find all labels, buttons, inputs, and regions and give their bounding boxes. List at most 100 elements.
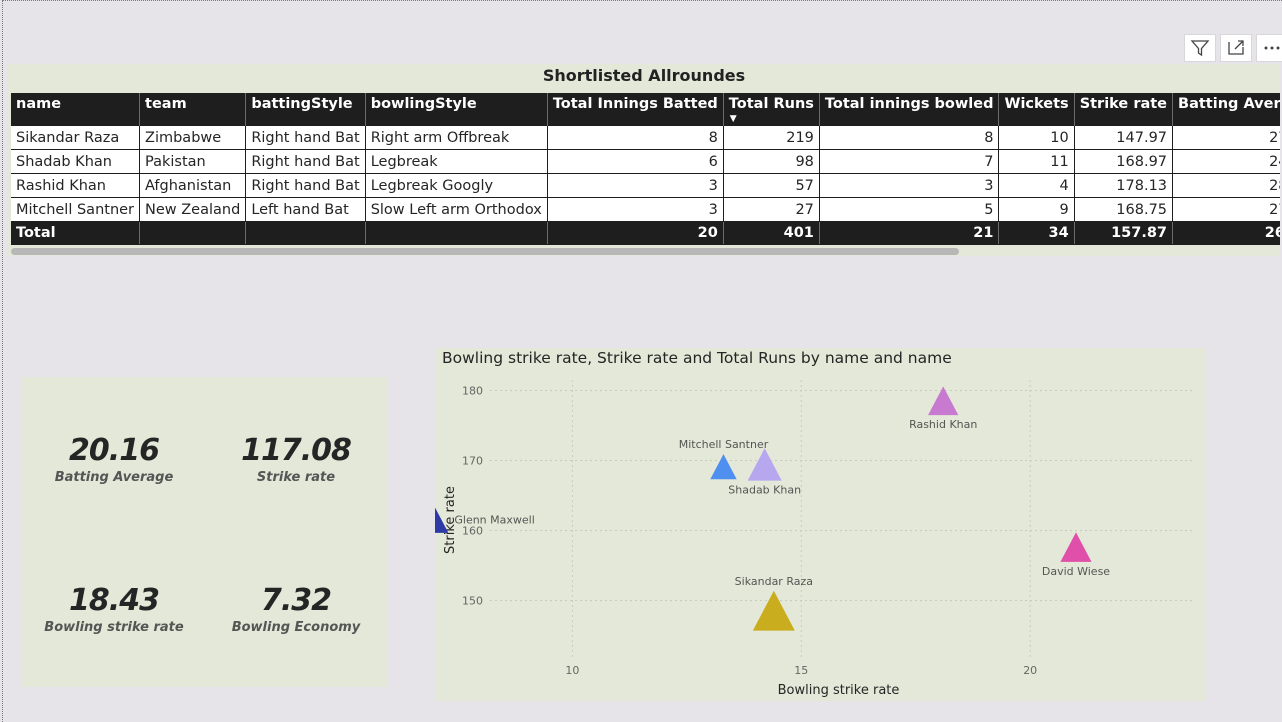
- total-cell: [365, 221, 548, 245]
- scatter-plot: 15016017018010 15 20Bowling strike rateStr…: [435, 380, 1195, 698]
- cell-name: Sikandar Raza: [11, 126, 141, 150]
- allrounders-table-visual[interactable]: Shortlisted Allroundes name team batting…: [8, 64, 1280, 256]
- total-cell: [245, 221, 366, 245]
- col-header-batting-average[interactable]: Batting Average: [1172, 93, 1280, 126]
- cell-total-innings-batted: 6: [547, 149, 724, 174]
- canvas-edge: [2, 0, 3, 722]
- cell-strike-rate: 168.97: [1074, 149, 1174, 174]
- col-header-strike-rate[interactable]: Strike rate: [1074, 93, 1174, 126]
- table-row[interactable]: Sikandar Raza Zimbabwe Right hand Bat Ri…: [11, 126, 1280, 150]
- x-tick-label: 20: [1023, 664, 1037, 677]
- cell-strike-rate: 147.97: [1074, 126, 1174, 150]
- kpi-value: 7.32: [260, 583, 332, 618]
- kpi-label: Bowling strike rate: [44, 620, 184, 635]
- cell-name: Mitchell Santner: [11, 197, 141, 222]
- kpi-value: 117.08: [241, 433, 352, 468]
- data-label: Glenn Maxwell: [454, 513, 534, 526]
- table-row[interactable]: Rashid Khan Afghanistan Right hand Bat L…: [11, 173, 1280, 198]
- horizontal-scrollbar[interactable]: [11, 248, 959, 255]
- kpi-bowling-economy: 7.32 Bowling Economy: [211, 583, 381, 635]
- cell-bowling-style: Slow Left arm Orthodox: [365, 197, 548, 222]
- col-header-bowling-style[interactable]: bowlingStyle: [365, 93, 548, 126]
- col-header-total-runs-label: Total Runs: [728, 96, 814, 112]
- data-label: David Wiese: [1042, 565, 1110, 578]
- cell-total-innings-batted: 3: [547, 173, 724, 198]
- cell-team: Zimbabwe: [139, 126, 247, 150]
- focus-mode-icon[interactable]: [1220, 34, 1252, 62]
- cell-total-innings-batted: 3: [547, 197, 724, 222]
- cell-bowling-style: Right arm Offbreak: [365, 126, 548, 150]
- cell-bowling-style: Legbreak Googly: [365, 173, 548, 198]
- scatter-chart-visual[interactable]: Bowling strike rate, Strike rate and Tot…: [435, 348, 1205, 701]
- x-tick-label: 10: [565, 664, 579, 677]
- cell-batting-style: Right hand Bat: [245, 126, 366, 150]
- table-title: Shortlisted Allroundes: [542, 66, 746, 85]
- cell-batting-average: 27.38: [1172, 126, 1280, 150]
- col-header-total-runs[interactable]: Total Runs ▼: [723, 93, 820, 126]
- col-header-team[interactable]: team: [139, 93, 247, 126]
- filter-icon[interactable]: [1184, 34, 1216, 62]
- kpi-label: Bowling Economy: [231, 620, 361, 635]
- cell-total-runs: 98: [723, 149, 820, 174]
- x-tick-label: 15: [794, 664, 808, 677]
- total-wickets: 34: [998, 221, 1075, 245]
- data-point-triangle: [752, 590, 795, 631]
- y-tick-label: 180: [462, 385, 483, 398]
- y-tick-label: 170: [462, 455, 483, 468]
- col-header-wickets[interactable]: Wickets: [998, 93, 1075, 126]
- kpi-value: 18.43: [69, 583, 160, 618]
- sort-descending-icon: ▼: [729, 114, 737, 124]
- cell-team: New Zealand: [139, 197, 247, 222]
- kpi-batting-average: 20.16 Batting Average: [29, 433, 199, 485]
- kpi-bowling-strike-rate: 18.43 Bowling strike rate: [29, 583, 199, 635]
- kpi-label: Batting Average: [54, 470, 174, 485]
- cell-batting-average: 24.50: [1172, 149, 1280, 174]
- col-header-name[interactable]: name: [11, 93, 141, 126]
- cell-total-runs: 27: [723, 197, 820, 222]
- data-point-triangle: [747, 448, 782, 481]
- cell-batting-average: 28.50: [1172, 173, 1280, 198]
- cell-total-innings-bowled: 5: [819, 197, 1000, 222]
- kpi-strike-rate: 117.08 Strike rate: [211, 433, 381, 485]
- cell-name: Rashid Khan: [11, 173, 141, 198]
- col-header-batting-style[interactable]: battingStyle: [245, 93, 366, 126]
- cell-total-innings-bowled: 8: [819, 126, 1000, 150]
- data-label: Shadab Khan: [728, 484, 801, 497]
- cell-batting-style: Right hand Bat: [245, 173, 366, 198]
- cell-wickets: 9: [998, 197, 1075, 222]
- cell-bowling-style: Legbreak: [365, 149, 548, 174]
- x-axis-title: Bowling strike rate: [778, 683, 900, 698]
- cell-batting-average: 27.00: [1172, 197, 1280, 222]
- canvas-edge-top: [2, 0, 1282, 1]
- kpi-card-visual[interactable]: 20.16 Batting Average 117.08 Strike rate…: [22, 377, 387, 687]
- total-cell: [139, 221, 247, 245]
- more-options-icon[interactable]: [1256, 34, 1282, 62]
- total-innings-batted: 20: [547, 221, 724, 245]
- y-tick-label: 160: [462, 525, 483, 538]
- cell-total-runs: 219: [723, 126, 820, 150]
- table-row[interactable]: Mitchell Santner New Zealand Left hand B…: [11, 197, 1280, 222]
- cell-wickets: 11: [998, 149, 1075, 174]
- cell-batting-style: Right hand Bat: [245, 149, 366, 174]
- total-innings-bowled: 21: [819, 221, 1000, 245]
- cell-wickets: 4: [998, 173, 1075, 198]
- cell-team: Pakistan: [139, 149, 247, 174]
- total-runs: 401: [723, 221, 820, 245]
- cell-strike-rate: 178.13: [1074, 173, 1174, 198]
- cell-total-runs: 57: [723, 173, 820, 198]
- kpi-value: 20.16: [69, 433, 160, 468]
- total-batting-average: 26.73: [1172, 221, 1280, 245]
- allrounders-table: name team battingStyle bowlingStyle Tota…: [11, 93, 1280, 245]
- table-header-row: name team battingStyle bowlingStyle Tota…: [11, 93, 1280, 126]
- data-point-triangle: [710, 454, 737, 480]
- col-header-total-innings-bowled[interactable]: Total innings bowled: [819, 93, 1000, 126]
- table-row[interactable]: Shadab Khan Pakistan Right hand Bat Legb…: [11, 149, 1280, 174]
- cell-name: Shadab Khan: [11, 149, 141, 174]
- total-label: Total: [11, 221, 141, 245]
- cell-wickets: 10: [998, 126, 1075, 150]
- data-point-triangle: [1060, 532, 1092, 562]
- data-label: Sikandar Raza: [735, 575, 813, 588]
- total-strike-rate: 157.87: [1074, 221, 1174, 245]
- table-total-row: Total 20 401 21 34 157.87 26.73: [11, 221, 1280, 245]
- col-header-total-innings-batted[interactable]: Total Innings Batted: [547, 93, 724, 126]
